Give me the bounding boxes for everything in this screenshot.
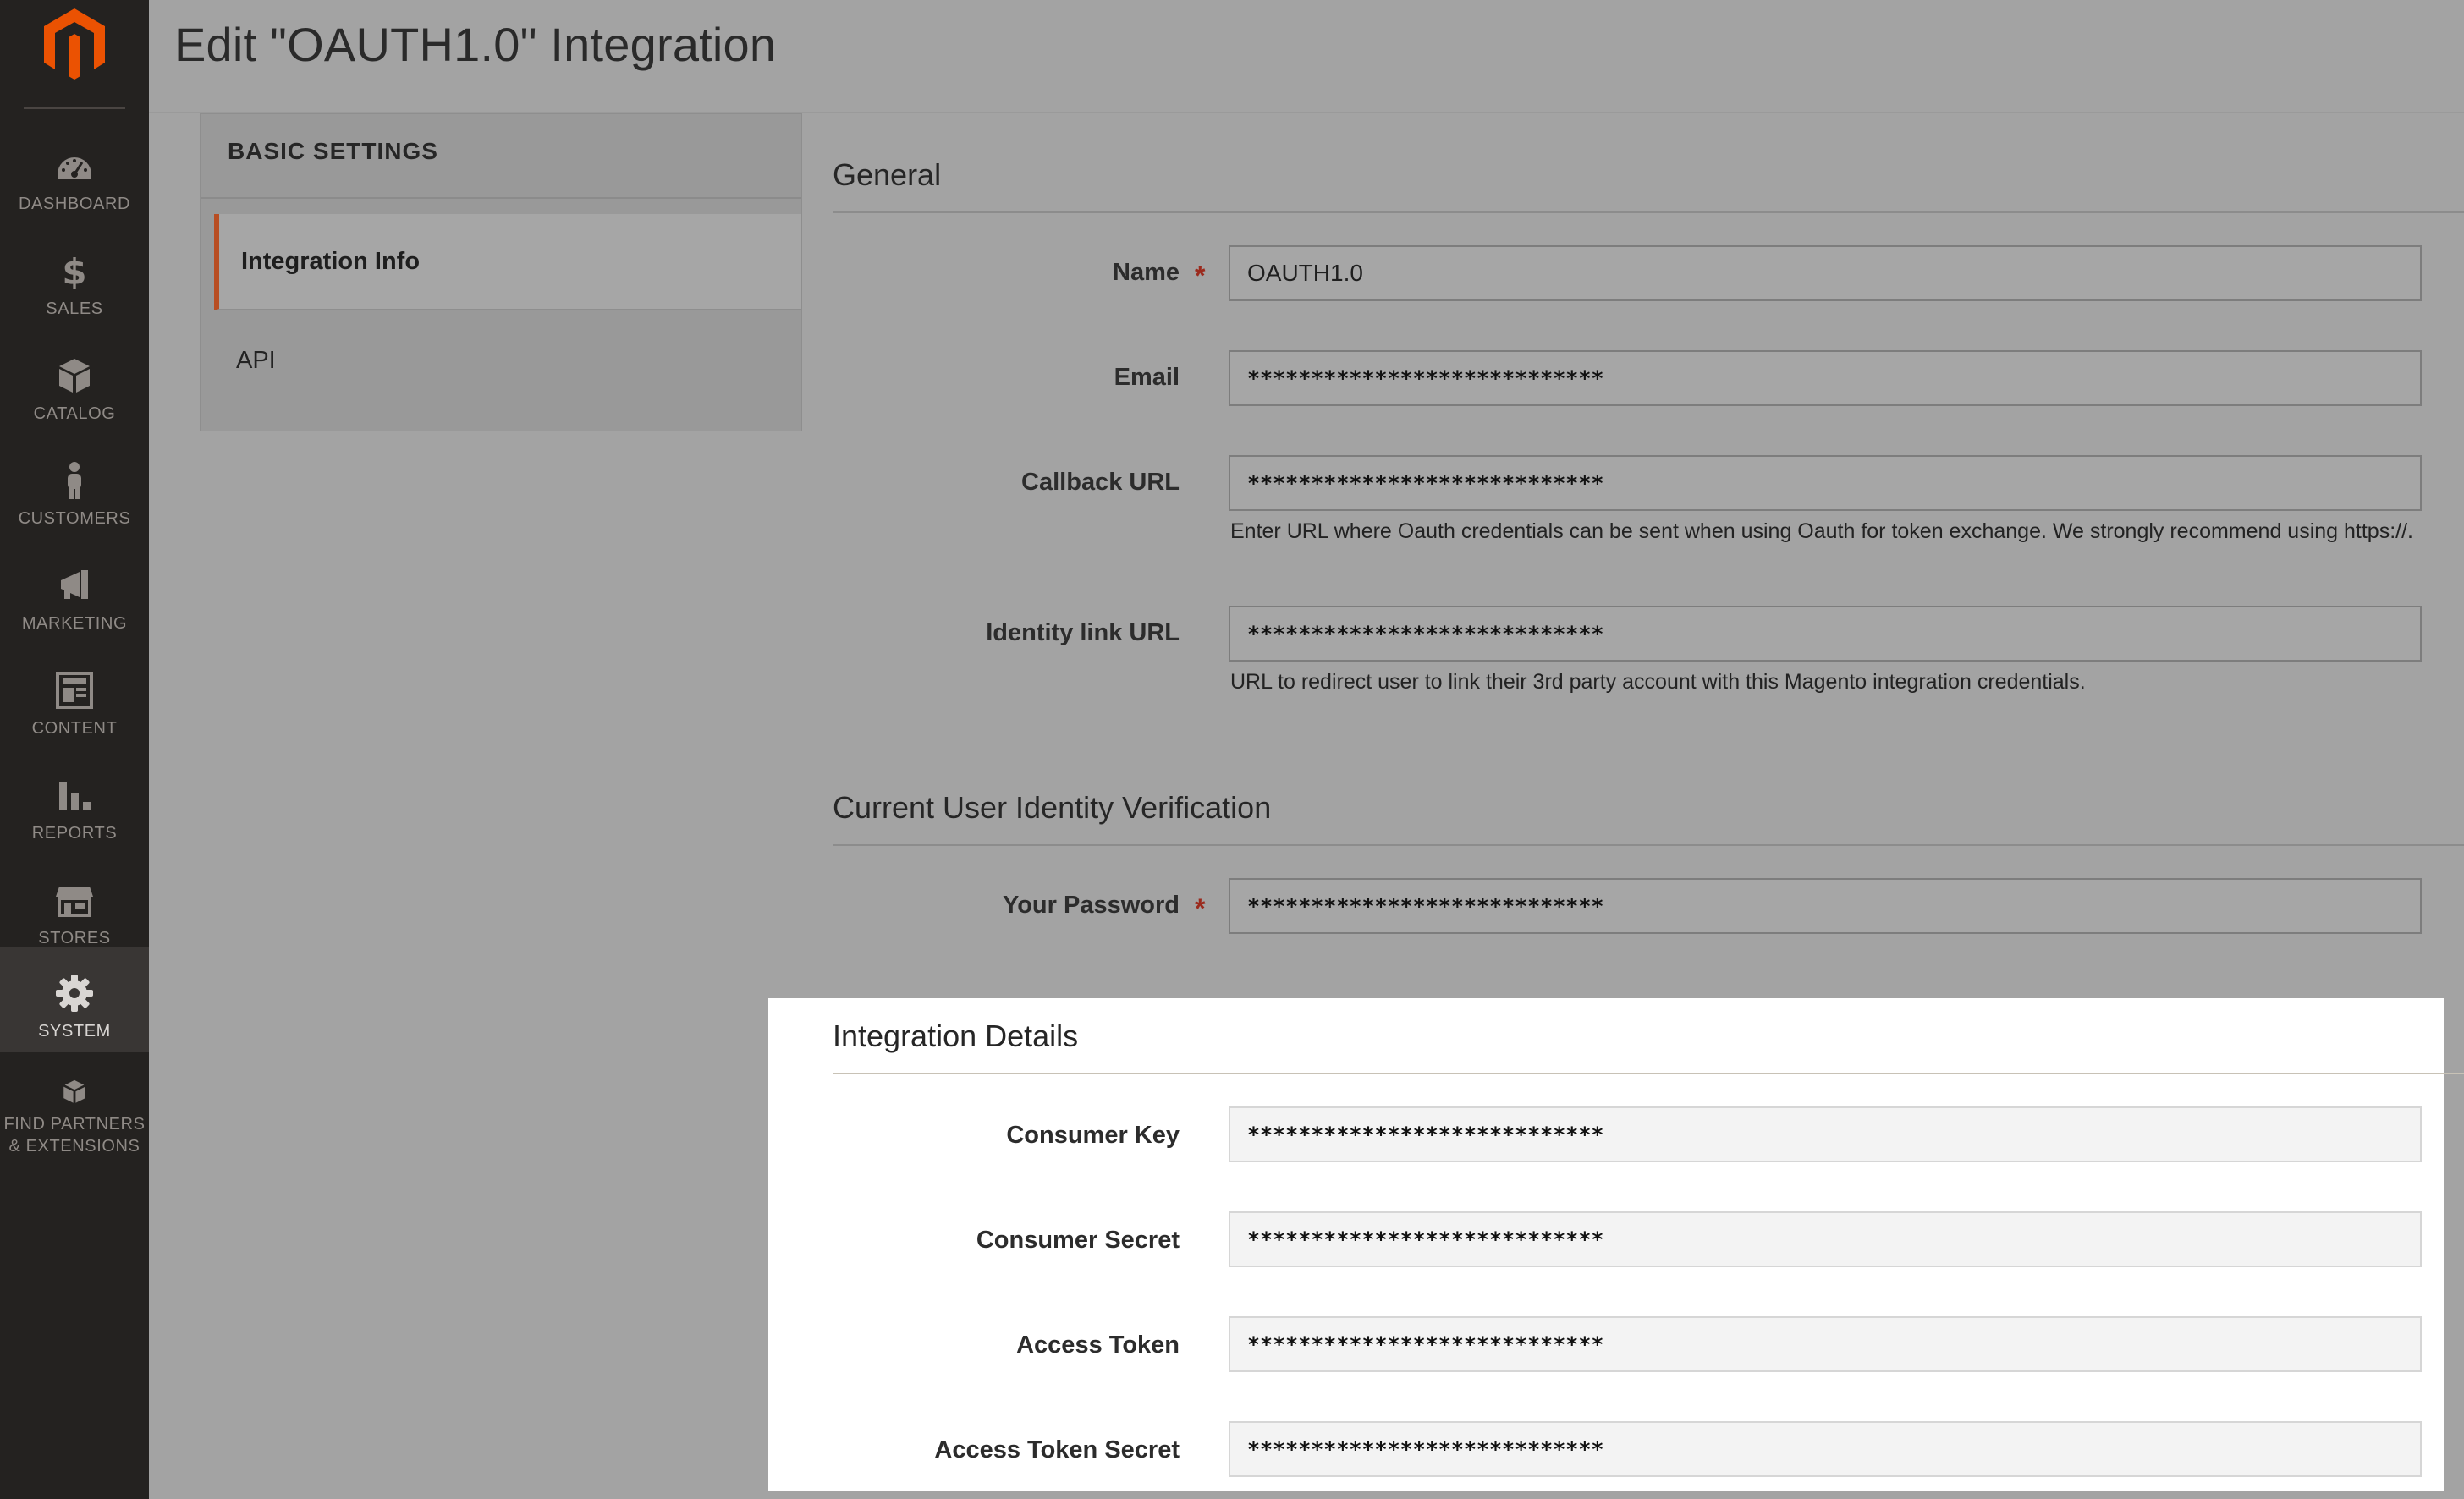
menu-label: MARKETING [21,614,128,633]
access-token-value: **************************** [1247,1332,1604,1357]
callback-url-label: Callback URL [1021,469,1180,496]
access-token-secret-label: Access Token Secret [934,1436,1180,1463]
access-token-input[interactable]: **************************** [1229,1316,2422,1372]
page-root: DASHBOARD $ SALES CATALOG CUSTOMERS MARK… [0,0,2464,1499]
consumer-secret-label: Consumer Secret [976,1227,1180,1254]
consumer-secret-input[interactable]: **************************** [1229,1211,2422,1267]
logo-divider [24,107,125,109]
callback-url-input[interactable]: **************************** [1229,455,2422,511]
layout-icon [56,672,93,709]
menu-item-sales[interactable]: $ SALES [0,225,149,330]
section-title-integration-details: Integration Details [833,1019,1079,1053]
svg-text:$: $ [62,251,86,291]
menu-label: CUSTOMERS [18,509,131,528]
identity-link-url-label: Identity link URL [986,619,1180,646]
dashboard-icon [58,157,91,179]
section-divider [833,844,2464,846]
cubes-icon [63,1079,85,1103]
email-label: Email [1114,364,1180,391]
tabs-title: BASIC SETTINGS [201,114,801,199]
name-label: Name [1113,259,1180,286]
access-token-label: Access Token [1016,1332,1180,1359]
name-value: OAUTH1.0 [1247,260,1363,286]
required-marker: * [1195,261,1206,291]
admin-menu: DASHBOARD $ SALES CATALOG CUSTOMERS MARK… [0,0,149,1499]
password-input[interactable]: **************************** [1229,878,2422,934]
consumer-key-value: **************************** [1247,1122,1604,1147]
menu-label: SYSTEM [38,1022,111,1041]
callback-url-value: **************************** [1247,470,1604,496]
menu-item-customers[interactable]: CUSTOMERS [0,435,149,540]
dollar-icon: $ [62,251,86,291]
storefront-icon [56,887,93,917]
menu-label: CONTENT [31,719,118,738]
menu-item-stores[interactable]: STORES [0,854,149,959]
section-divider [833,1073,2464,1074]
email-input[interactable]: **************************** [1229,350,2422,406]
name-input[interactable]: OAUTH1.0 [1229,245,2422,301]
section-title-general: General [833,157,942,192]
password-label: Your Password [1003,892,1180,919]
email-value: **************************** [1247,365,1604,391]
menu-item-marketing[interactable]: MARKETING [0,540,149,645]
consumer-key-input[interactable]: **************************** [1229,1106,2422,1162]
section-title-verification: Current User Identity Verification [833,790,1272,825]
magento-logo-icon[interactable] [42,7,107,81]
menu-label: SALES [46,299,103,318]
menu-label: STORES [38,929,111,947]
consumer-key-label: Consumer Key [1006,1122,1180,1149]
menu-item-system[interactable]: SYSTEM [0,947,149,1052]
menu-label: REPORTS [31,824,118,843]
box-icon [59,359,90,393]
menu-item-content[interactable]: CONTENT [0,645,149,750]
tab-api[interactable]: API [214,312,801,409]
gear-icon [56,975,93,1012]
access-token-secret-value: **************************** [1247,1436,1604,1462]
menu-label: FIND PARTNERS & EXTENSIONS [3,1115,146,1156]
menu-label: DASHBOARD [18,195,131,213]
menu-item-catalog[interactable]: CATALOG [0,330,149,435]
identity-link-url-input[interactable]: **************************** [1229,606,2422,662]
menu-item-dashboard[interactable]: DASHBOARD [0,120,149,225]
password-value: **************************** [1247,893,1604,919]
settings-tabs: BASIC SETTINGS Integration Info API [200,113,802,431]
menu-item-find-partners[interactable]: FIND PARTNERS & EXTENSIONS [0,1052,149,1157]
consumer-secret-value: **************************** [1247,1227,1604,1252]
tab-integration-info[interactable]: Integration Info [214,214,801,310]
section-divider [833,211,2464,213]
page-title: Edit "OAUTH1.0" Integration [174,18,777,71]
menu-item-reports[interactable]: REPORTS [0,750,149,854]
identity-link-url-note: URL to redirect user to link their 3rd p… [1230,670,2086,694]
menu-label: CATALOG [33,404,116,423]
bar-chart-icon [59,782,91,810]
person-icon [68,462,81,499]
megaphone-icon [61,570,88,599]
callback-url-note: Enter URL where Oauth credentials can be… [1230,519,2413,543]
access-token-secret-input[interactable]: **************************** [1229,1421,2422,1477]
required-marker: * [1195,893,1206,924]
identity-link-url-value: **************************** [1247,621,1604,646]
